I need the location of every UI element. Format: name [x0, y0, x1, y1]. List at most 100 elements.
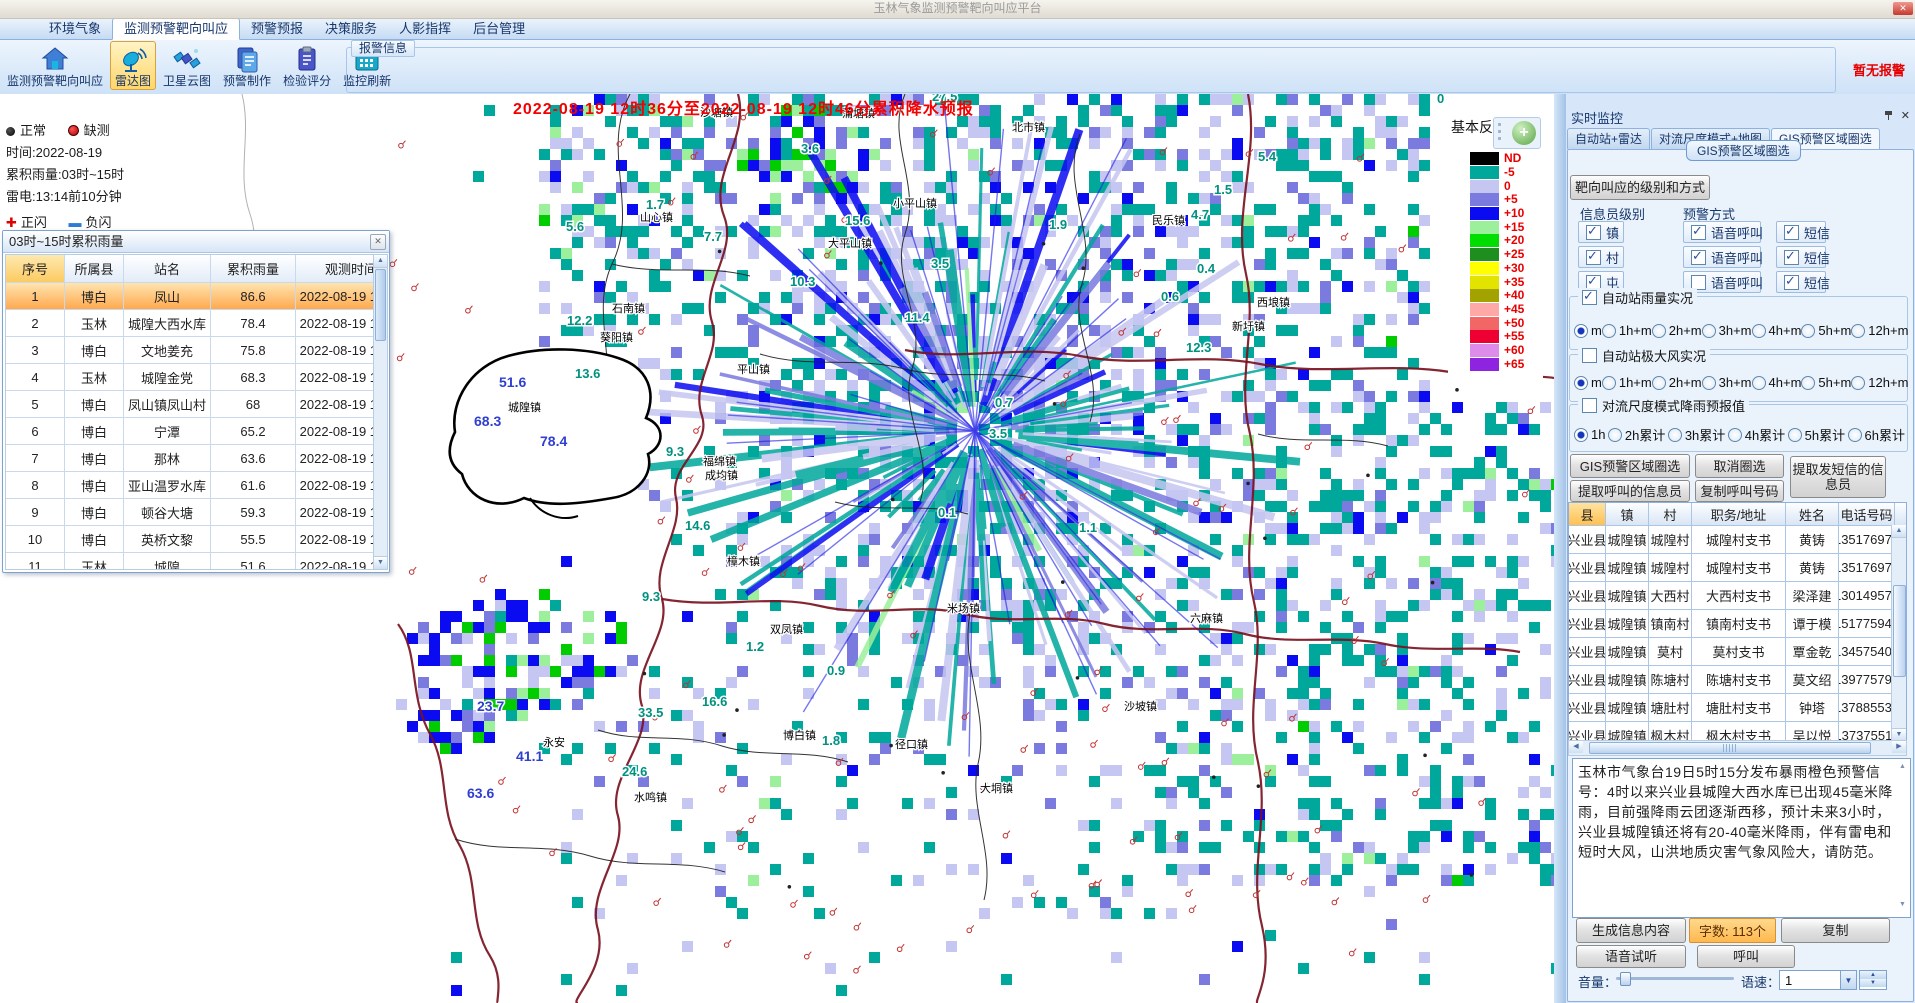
panel-close-icon[interactable]: ✕ — [1901, 109, 1910, 122]
pin-icon[interactable] — [1885, 111, 1893, 121]
level-checkbox-镇[interactable]: 镇 — [1578, 221, 1624, 243]
table-row[interactable]: 兴业县城隍镇陈塘村陈塘村支书莫文绍139775796 — [1569, 666, 1906, 694]
menu-tab-3[interactable]: 预警预报 — [240, 19, 314, 39]
slider-thumb[interactable] — [1620, 972, 1631, 986]
copy-button[interactable]: 复制 — [1781, 918, 1890, 943]
radio-option[interactable]: 12h+m — [1851, 323, 1908, 338]
scroll-up-icon[interactable]: ▲ — [374, 255, 387, 268]
radio-option[interactable]: 2h+m — [1652, 323, 1702, 338]
radio-option[interactable]: 5h+m — [1801, 375, 1851, 390]
radio-button[interactable] — [1752, 324, 1766, 338]
column-header[interactable]: 镇 — [1606, 503, 1649, 525]
scroll-down-icon[interactable]: ▼ — [1897, 899, 1908, 910]
radio-button[interactable] — [1702, 376, 1716, 390]
map-zoom-button[interactable]: + — [1493, 117, 1541, 149]
scroll-thumb[interactable] — [1893, 585, 1906, 677]
radio-option[interactable]: 4h累计 — [1728, 425, 1785, 444]
radio-button[interactable] — [1851, 324, 1865, 338]
radio-option[interactable]: 1h — [1574, 427, 1605, 442]
column-header[interactable]: 序号 — [6, 255, 65, 282]
tool-button-4[interactable]: 预警制作 — [218, 41, 276, 90]
scroll-thumb[interactable] — [1589, 742, 1871, 754]
radio-option[interactable]: 1h+m — [1602, 323, 1652, 338]
radio-button[interactable] — [1851, 376, 1865, 390]
extract-sms-informers-button[interactable]: 提取发短信的信息员 — [1790, 456, 1886, 498]
chevron-down-icon[interactable]: ▼ — [1840, 971, 1856, 989]
scroll-down-icon[interactable]: ▼ — [374, 556, 387, 569]
group-checkbox[interactable] — [1582, 398, 1597, 413]
column-header[interactable]: 站名 — [124, 255, 211, 282]
table-row[interactable]: 7博白那林63.62022-08-19 15:00 — [6, 445, 373, 472]
rainfall-window-close-button[interactable]: ✕ — [370, 234, 386, 250]
stepper-down-icon[interactable]: ▼ — [1860, 979, 1886, 987]
rainfall-table-window[interactable]: 03时~15时累积雨量 ✕ 序号所属县站名累积雨量观测时间1博白凤山86.620… — [2, 230, 390, 573]
radio-option[interactable]: m — [1574, 375, 1602, 390]
table-row[interactable]: 9博白顿谷大塘59.32022-08-19 15:00 — [6, 499, 373, 526]
extract-call-informers-button[interactable]: 提取呼叫的信息员 — [1570, 480, 1690, 502]
contacts-vertical-scrollbar[interactable]: ▲ ▼ — [1891, 525, 1906, 741]
radio-button[interactable] — [1574, 324, 1588, 338]
table-row[interactable]: 兴业县城隍镇大西村大西村支书梁泽建130149571 — [1569, 582, 1906, 610]
menu-tab-5[interactable]: 人影指挥 — [388, 19, 462, 39]
panel-tab-1[interactable]: 自动站+雷达 — [1567, 128, 1650, 149]
table-row[interactable]: 兴业县城隍镇镇南村镇南村支书谭于模151775946 — [1569, 610, 1906, 638]
voice-call-checkbox-村[interactable]: 语音呼叫 — [1683, 246, 1761, 268]
checkbox[interactable] — [1691, 225, 1706, 240]
voice-preview-button[interactable]: 语音试听 — [1576, 945, 1686, 968]
column-header[interactable]: 所属县 — [65, 255, 124, 282]
radio-option[interactable]: 5h累计 — [1788, 425, 1845, 444]
column-header[interactable]: 累积雨量 — [211, 255, 296, 282]
column-header[interactable]: 县 — [1569, 503, 1606, 525]
rainfall-table-scrollbar[interactable]: ▲ ▼ — [373, 254, 388, 570]
sms-checkbox-屯[interactable]: 短信 — [1776, 271, 1826, 293]
checkbox[interactable] — [1784, 250, 1799, 265]
cancel-select-button[interactable]: 取消圈选 — [1695, 454, 1784, 478]
voice-call-checkbox-镇[interactable]: 语音呼叫 — [1683, 221, 1761, 243]
window-close-button[interactable]: ✕ — [1893, 2, 1913, 15]
radio-button[interactable] — [1788, 428, 1802, 442]
table-row[interactable]: 6博白宁潭65.22022-08-19 15:00 — [6, 418, 373, 445]
radio-button[interactable] — [1652, 324, 1666, 338]
radio-button[interactable] — [1801, 324, 1815, 338]
radio-option[interactable]: 5h+m — [1801, 323, 1851, 338]
speed-stepper[interactable]: ▲ ▼ — [1859, 970, 1887, 990]
table-row[interactable]: 3博白文地姜充75.82022-08-19 15:00 — [6, 337, 373, 364]
table-row[interactable]: 1博白凤山86.62022-08-19 15:00 — [6, 283, 373, 310]
column-header[interactable]: 观测时间 — [296, 255, 374, 282]
scroll-up-icon[interactable]: ▲ — [1897, 761, 1908, 772]
warning-message-textarea[interactable]: 玉林市气象台19日5时15分发布暴雨橙色预警信号：4时以来兴业县城隍大西水库已出… — [1572, 758, 1911, 918]
radio-button[interactable] — [1574, 428, 1588, 442]
radio-option[interactable]: 2h+m — [1652, 375, 1702, 390]
checkbox[interactable] — [1586, 250, 1601, 265]
radio-button[interactable] — [1702, 324, 1716, 338]
sms-checkbox-村[interactable]: 短信 — [1776, 246, 1826, 268]
group-checkbox[interactable] — [1582, 348, 1597, 363]
menu-tab-2[interactable]: 监测预警靶向叫应 — [112, 18, 240, 40]
speed-select[interactable]: 1 ▼ — [1779, 970, 1857, 990]
radio-option[interactable]: 3h累计 — [1668, 425, 1725, 444]
copy-call-numbers-button[interactable]: 复制呼叫号码 — [1695, 480, 1784, 502]
checkbox[interactable] — [1691, 250, 1706, 265]
column-header[interactable]: 姓名 — [1786, 503, 1839, 525]
radio-option[interactable]: 3h+m — [1702, 375, 1752, 390]
radio-option[interactable]: 6h累计 — [1848, 425, 1905, 444]
rainfall-window-titlebar[interactable]: 03时~15时累积雨量 ✕ — [3, 231, 389, 253]
menu-tab-4[interactable]: 决策服务 — [314, 19, 388, 39]
tool-button-5[interactable]: 检验评分 — [278, 41, 336, 90]
scroll-left-icon[interactable]: ◀ — [1569, 741, 1583, 753]
contacts-horizontal-scrollbar[interactable]: ◀ ▶ — [1568, 740, 1907, 756]
radio-option[interactable]: 4h+m — [1752, 323, 1802, 338]
table-row[interactable]: 10博白英桥文黎55.52022-08-19 15:00 — [6, 526, 373, 553]
table-row[interactable]: 11玉林城隍51.62022-08-19 15:00 — [6, 553, 373, 570]
radio-option[interactable]: 1h+m — [1602, 375, 1652, 390]
tool-button-1[interactable]: 监测预警靶向叫应 — [2, 41, 108, 90]
stepper-up-icon[interactable]: ▲ — [1860, 971, 1886, 979]
radar-map-area[interactable]: 沙塘镇蒲塘镇北市镇山心镇小平山镇民乐镇大平山镇石南镇葵阳镇平山镇城隍镇福绵镇成均… — [0, 94, 1554, 1003]
table-row[interactable]: 兴业县城隍镇城隍村城隍村支书黄铸135176975 — [1569, 526, 1906, 554]
sms-checkbox-镇[interactable]: 短信 — [1776, 221, 1826, 243]
gis-select-button[interactable]: GIS预警区域圈选 — [1570, 454, 1690, 478]
radio-option[interactable]: 12h+m — [1851, 375, 1908, 390]
generate-message-button[interactable]: 生成信息内容 — [1576, 918, 1686, 943]
table-row[interactable]: 8博白亚山温罗水库61.62022-08-19 15:00 — [6, 472, 373, 499]
table-row[interactable]: 5博白凤山镇凤山村682022-08-19 15:00 — [6, 391, 373, 418]
